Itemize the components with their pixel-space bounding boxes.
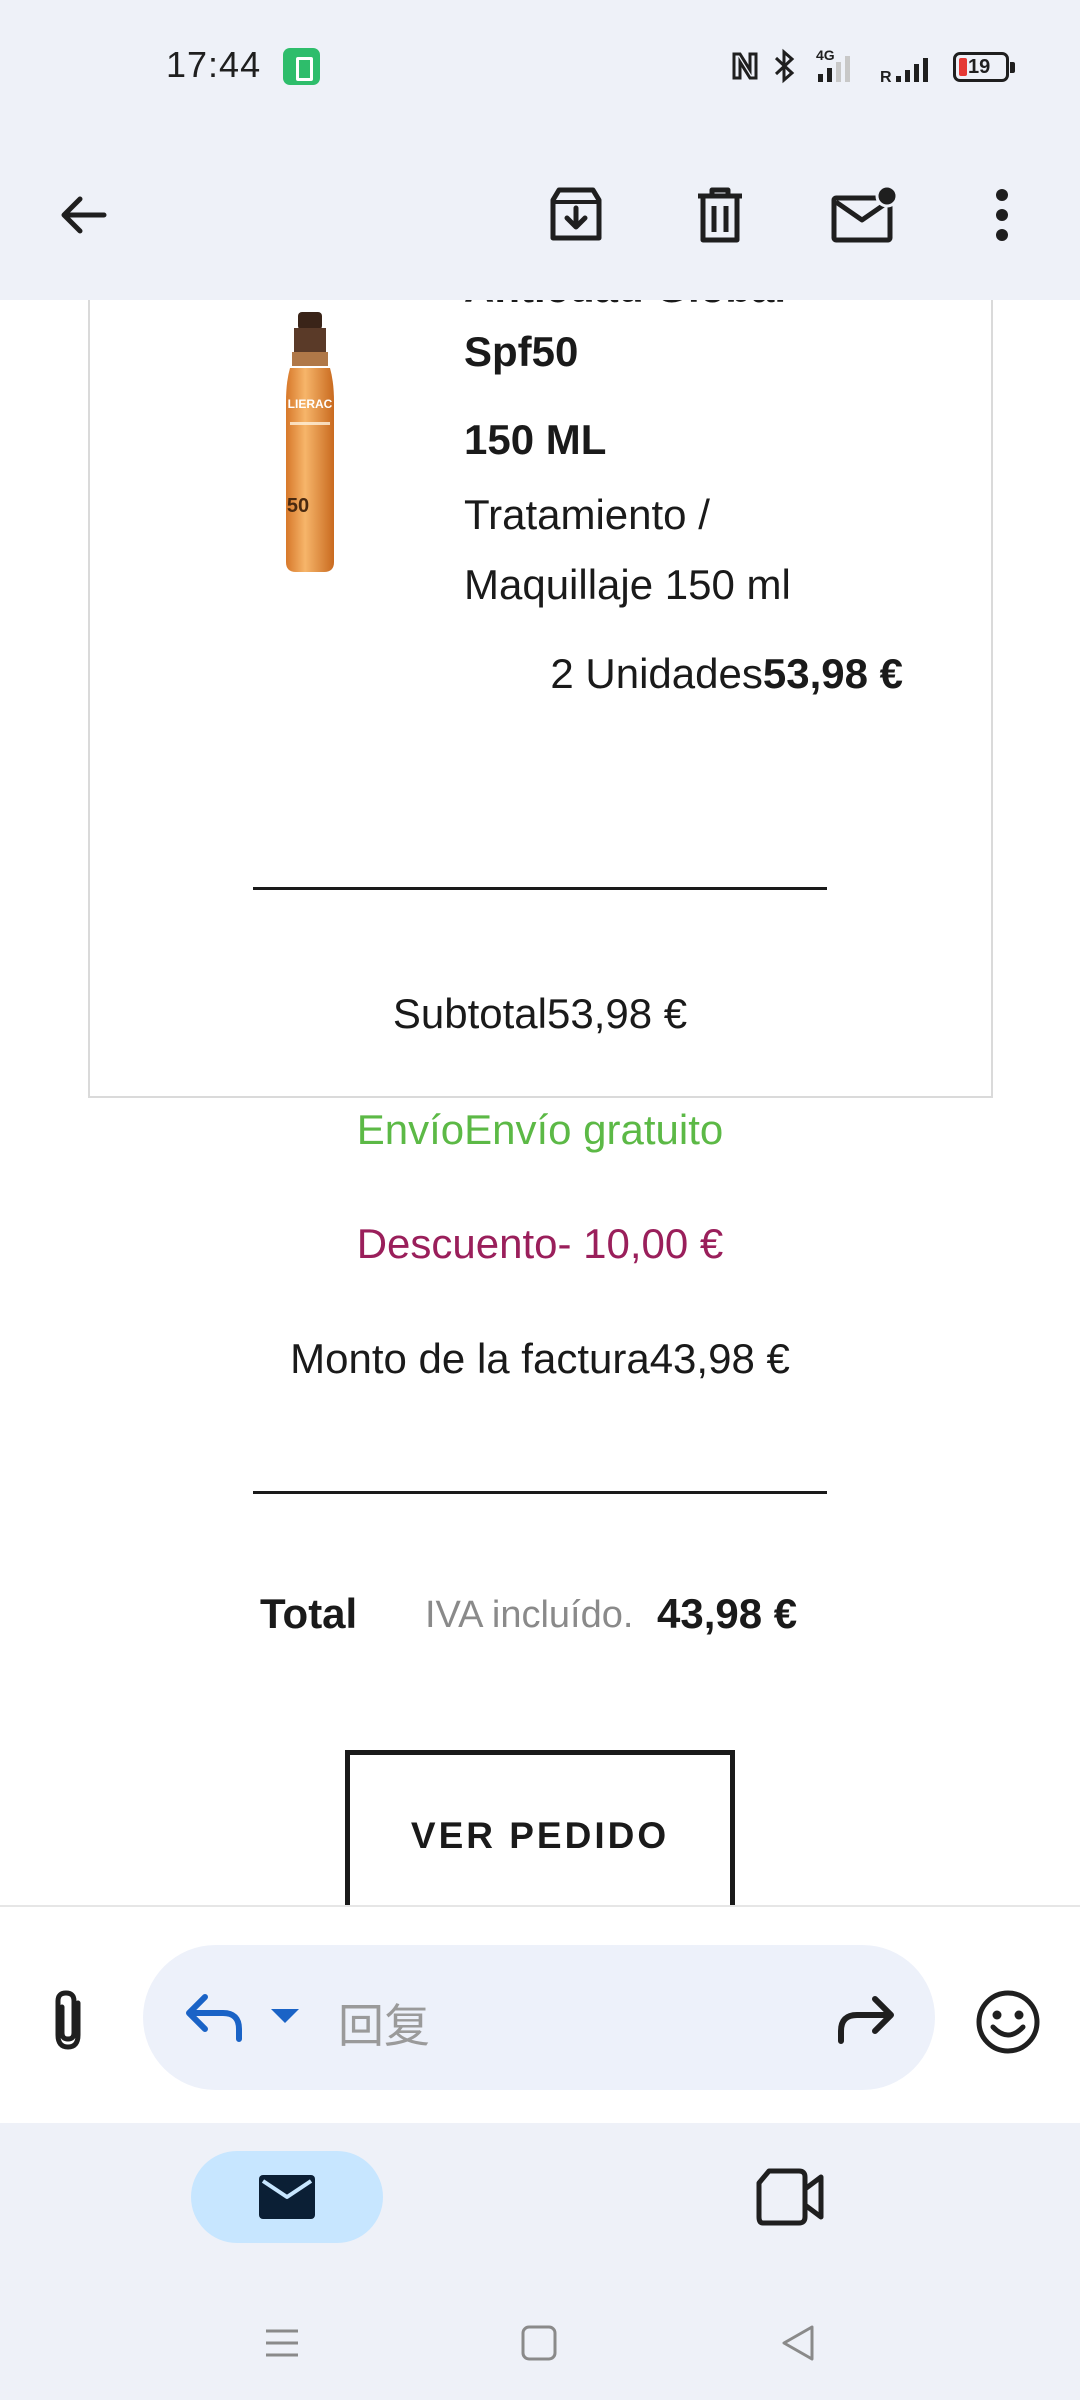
mark-unread-button[interactable] xyxy=(824,175,904,255)
invoice-line: Monto de la factura43,98 € xyxy=(0,1335,1080,1383)
app-bar xyxy=(0,135,1080,300)
product-price: 53,98 € xyxy=(762,650,903,697)
more-vert-icon xyxy=(996,189,1008,241)
vat-note: IVA incluído. xyxy=(425,1594,634,1636)
product-card: LIERAC 50 Antiedad Global Spf50 150 ML T… xyxy=(88,300,993,1098)
status-time: 17:44 xyxy=(166,44,262,85)
top-area: 17:44 4G R 19 xyxy=(0,0,1080,300)
product-image: LIERAC 50 xyxy=(286,312,334,572)
mark-unread-icon xyxy=(831,186,897,243)
signal-roaming-icon: R xyxy=(880,58,928,86)
product-spf: 50 xyxy=(287,495,309,517)
reply-icon[interactable] xyxy=(183,1989,247,2045)
nav-mail-tab[interactable] xyxy=(191,2151,383,2243)
subtotal-label: Subtotal xyxy=(392,990,547,1037)
discount-line: Descuento- 10,00 € xyxy=(0,1220,1080,1268)
divider xyxy=(253,1491,827,1494)
subtotal-line: Subtotal53,98 € xyxy=(0,990,1080,1038)
view-order-button[interactable]: VER PEDIDO xyxy=(345,1750,735,1905)
total-label: Total xyxy=(260,1590,358,1637)
reply-bar: 回复 xyxy=(0,1905,1080,2123)
trash-icon xyxy=(698,187,742,243)
more-options-button[interactable] xyxy=(962,175,1042,255)
product-size: 150 ML xyxy=(464,416,607,463)
battery-saver-icon xyxy=(283,48,320,85)
product-name-line1: Antiedad Global xyxy=(464,300,904,320)
emoji-icon[interactable] xyxy=(975,1989,1041,2055)
reply-placeholder[interactable]: 回复 xyxy=(338,1990,430,2056)
shipping-line: EnvíoEnvío gratuito xyxy=(0,1106,1080,1154)
invoice-value: 43,98 € xyxy=(649,1335,790,1382)
delete-button[interactable] xyxy=(680,175,760,255)
product-brand: LIERAC xyxy=(288,397,333,411)
product-quantity: 2 Unidades xyxy=(550,650,763,697)
menu-icon[interactable] xyxy=(262,2323,302,2363)
signal-4g-icon: 4G xyxy=(816,47,850,82)
bluetooth-icon xyxy=(774,48,795,84)
subtotal-value: 53,98 € xyxy=(546,990,688,1037)
email-body[interactable]: LIERAC 50 Antiedad Global Spf50 150 ML T… xyxy=(0,300,1080,1905)
video-meet-icon[interactable] xyxy=(755,2165,825,2229)
mail-icon xyxy=(259,2175,315,2219)
forward-icon[interactable] xyxy=(833,1991,897,2047)
archive-button[interactable] xyxy=(536,175,616,255)
archive-icon xyxy=(550,187,602,241)
discount-label: Descuento xyxy=(356,1220,558,1267)
attach-icon[interactable] xyxy=(40,1987,100,2057)
discount-value: - 10,00 € xyxy=(557,1220,724,1267)
divider xyxy=(253,887,827,890)
product-name: Antiedad Global Spf50 xyxy=(464,300,904,384)
chevron-down-icon[interactable] xyxy=(271,2009,299,2023)
bottom-navigation xyxy=(0,2123,1080,2400)
battery-icon: 19 xyxy=(953,52,1015,82)
product-description: Tratamiento / Maquillaje 150 ml xyxy=(464,491,791,608)
status-bar: 17:44 4G R 19 xyxy=(0,0,1080,135)
invoice-label: Monto de la factura xyxy=(290,1335,650,1382)
nfc-icon xyxy=(732,52,758,80)
battery-level: 19 xyxy=(968,56,991,78)
reply-input-pill[interactable]: 回复 xyxy=(143,1945,935,2090)
product-quantity-price: 2 Unidades53,98 € xyxy=(90,650,903,698)
product-name-line2: Spf50 xyxy=(464,328,579,375)
roaming-label: R xyxy=(880,69,892,86)
shipping-label: Envío xyxy=(356,1106,465,1153)
home-icon[interactable] xyxy=(519,2323,559,2363)
shipping-value: Envío gratuito xyxy=(464,1106,724,1153)
back-arrow-icon xyxy=(61,196,107,234)
total-value: 43,98 € xyxy=(657,1590,798,1637)
network-label: 4G xyxy=(816,47,835,63)
back-button[interactable] xyxy=(42,175,122,255)
back-nav-icon[interactable] xyxy=(778,2323,818,2363)
